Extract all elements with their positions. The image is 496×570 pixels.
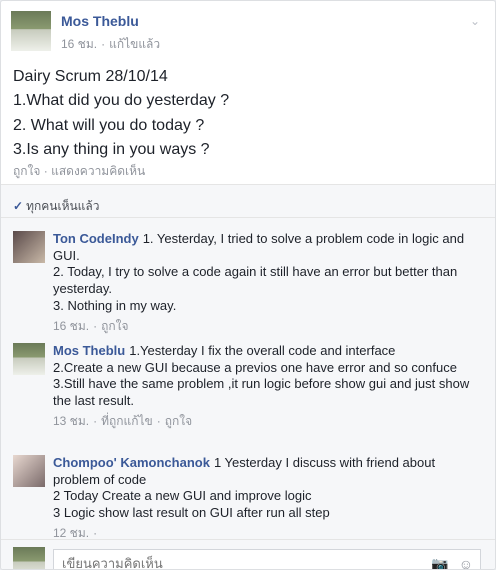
seen-label: ทุกคนเห็นแล้ว [26, 199, 100, 213]
post-card: Mos Theblu 16 ชม. · แก้ไขแล้ว ⌄ Dairy Scru… [0, 0, 496, 570]
checkmark-icon: ✓ [13, 199, 24, 213]
comment-meta: 16 ชม. · ถูกใจ [53, 318, 483, 334]
divider [1, 217, 495, 218]
comment-body: Chompoo' Kamonchanok 1 Yesterday I discus… [53, 455, 483, 541]
post-line: 3.Is any thing in you ways ? [13, 140, 210, 158]
post-header: Mos Theblu 16 ชม. · แก้ไขแล้ว ⌄ [11, 11, 485, 53]
comment-meta: 13 ชม. · ที่ถูกแก้ไข · ถูกใจ [53, 413, 483, 429]
comment-like-link[interactable]: ถูกใจ [165, 414, 192, 428]
comment-time[interactable]: 12 ชม. [53, 526, 89, 540]
post-edited-link[interactable]: แก้ไขแล้ว [109, 37, 160, 51]
comment-avatar[interactable] [13, 231, 45, 263]
comment-avatar[interactable] [13, 455, 45, 487]
post-meta: 16 ชม. · แก้ไขแล้ว [61, 35, 160, 54]
reply-box: 📷☺ [13, 547, 483, 569]
comment-link[interactable]: แสดงความคิดเห็น [51, 164, 145, 178]
comment-input[interactable] [53, 549, 481, 569]
comment-like-link[interactable]: ถูกใจ [101, 319, 128, 333]
meta-separator: · [93, 525, 98, 540]
meta-separator: · [156, 413, 161, 428]
meta-separator: · [93, 413, 98, 428]
comment-time[interactable]: 13 ชม. [53, 414, 89, 428]
comment-time[interactable]: 16 ชม. [53, 319, 89, 333]
post-body: Dairy Scrum 28/10/14 1.What did you do y… [13, 65, 483, 162]
comment-author[interactable]: Mos Theblu [53, 343, 125, 358]
chevron-down-icon[interactable]: ⌄ [465, 11, 485, 31]
post-line: Dairy Scrum 28/10/14 [13, 68, 168, 85]
comment-edited-link[interactable]: ที่ถูกแก้ไข [101, 414, 153, 428]
post-line: 1.What did you do yesterday ? [13, 92, 230, 110]
divider [1, 184, 495, 185]
comment-author[interactable]: Chompoo' Kamonchanok [53, 455, 210, 470]
comment-body: Ton CodeIndy 1. Yesterday, I tried to sol… [53, 231, 483, 334]
author-name[interactable]: Mos Theblu [61, 13, 139, 29]
comment-author[interactable]: Ton CodeIndy [53, 231, 139, 246]
post-time[interactable]: 16 ชม. [61, 37, 97, 51]
post-line: 2. What will you do today ? [13, 116, 205, 134]
post-actions: ถูกใจ · แสดงความคิดเห็น [13, 162, 145, 181]
comment-avatar[interactable] [13, 343, 45, 375]
action-separator: · [40, 164, 52, 178]
reply-icons: 📷 ☺ [421, 556, 473, 569]
author-avatar[interactable] [11, 11, 51, 51]
divider [1, 539, 495, 540]
reply-avatar [13, 547, 45, 569]
camera-icon[interactable]: 📷 [431, 556, 448, 569]
comment-body: Mos Theblu 1.Yesterday I fix the overall … [53, 343, 483, 429]
meta-separator: · [101, 37, 106, 51]
like-link[interactable]: ถูกใจ [13, 164, 40, 178]
meta-separator: · [93, 318, 98, 333]
emoji-icon[interactable]: ☺ [459, 556, 473, 569]
seen-by-all[interactable]: ✓ ทุกคนเห็นแล้ว [13, 197, 100, 216]
